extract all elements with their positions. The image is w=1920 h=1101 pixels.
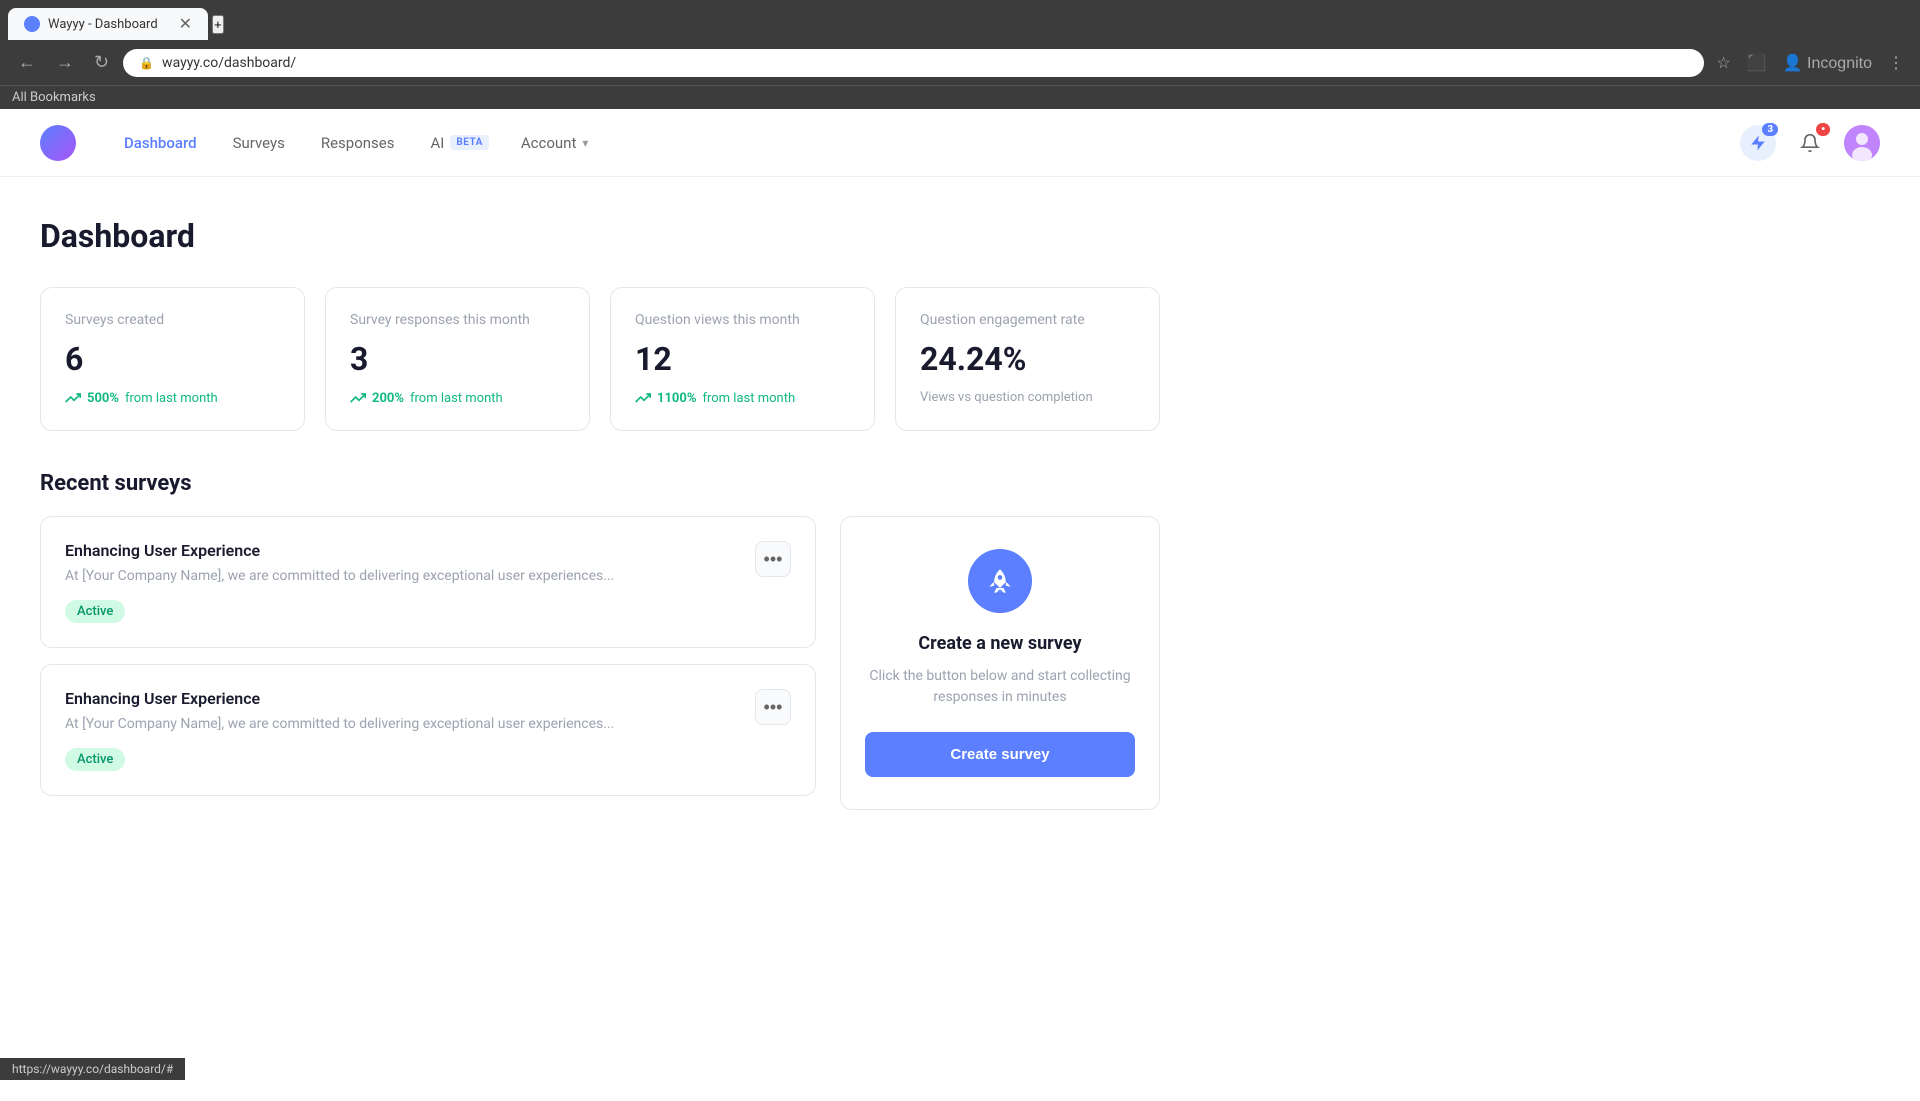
stat-label-2: Survey responses this month [350, 312, 565, 328]
create-panel-desc: Click the button below and start collect… [865, 666, 1135, 708]
survey-card-header-1: Enhancing User Experience At [Your Compa… [65, 541, 791, 623]
logo[interactable] [40, 125, 76, 161]
stat-change-text-1: from last month [125, 391, 218, 406]
nav-account[interactable]: Account ▾ [509, 126, 601, 160]
stat-label-3: Question views this month [635, 312, 850, 328]
stat-note-4: Views vs question completion [920, 390, 1135, 405]
stat-value-2: 3 [350, 340, 565, 378]
bell-icon-btn[interactable]: • [1792, 125, 1828, 161]
page-title: Dashboard [40, 217, 1160, 255]
tab-bar: Wayyy - Dashboard ✕ + [0, 0, 1920, 40]
stat-change-3: 1100% from last month [635, 390, 850, 406]
survey-desc-1: At [Your Company Name], we are committed… [65, 568, 755, 584]
address-bar[interactable]: 🔒 wayyy.co/dashboard/ [123, 49, 1704, 77]
stat-change-1: 500% from last month [65, 390, 280, 406]
survey-name-2: Enhancing User Experience [65, 689, 755, 708]
nav-ai-label: AI [430, 134, 444, 152]
stat-change-pct-3: 1100% [657, 391, 696, 406]
browser-nav: ← → ↻ 🔒 wayyy.co/dashboard/ ☆ ⬛ 👤 Incogn… [0, 40, 1920, 85]
menu-button[interactable]: ⋮ [1884, 49, 1908, 77]
more-dots-icon-2: ••• [764, 697, 783, 718]
notifications-icon-btn[interactable]: 3 [1740, 125, 1776, 161]
browser-chrome: Wayyy - Dashboard ✕ + ← → ↻ 🔒 wayyy.co/d… [0, 0, 1920, 109]
ai-beta-badge: BETA [450, 135, 489, 150]
stat-value-4: 24.24% [920, 340, 1135, 378]
survey-more-button-2[interactable]: ••• [755, 689, 791, 725]
tab-favicon [24, 16, 40, 32]
survey-card-header-2: Enhancing User Experience At [Your Compa… [65, 689, 791, 771]
nav-responses[interactable]: Responses [305, 126, 411, 160]
nav-ai[interactable]: AI BETA [414, 126, 504, 160]
extension-button[interactable]: ⬛ [1743, 49, 1771, 77]
trend-up-icon-3 [635, 390, 651, 406]
stats-grid: Surveys created 6 500% from last month S… [40, 287, 1160, 431]
chevron-down-icon: ▾ [582, 136, 588, 150]
trend-up-icon-1 [65, 390, 81, 406]
survey-card-2: Enhancing User Experience At [Your Compa… [40, 664, 816, 796]
lightning-icon [1749, 134, 1767, 152]
reload-button[interactable]: ↻ [88, 48, 115, 77]
stat-value-1: 6 [65, 340, 280, 378]
rocket-icon-wrapper [968, 549, 1032, 613]
survey-status-2: Active [65, 748, 125, 771]
trend-up-icon-2 [350, 390, 366, 406]
active-tab[interactable]: Wayyy - Dashboard ✕ [8, 8, 208, 40]
url-text: wayyy.co/dashboard/ [162, 55, 1688, 71]
nav-surveys[interactable]: Surveys [217, 126, 301, 160]
stat-change-text-2: from last month [410, 391, 503, 406]
create-survey-panel: Create a new survey Click the button bel… [840, 516, 1160, 810]
bell-icon [1800, 133, 1820, 153]
rocket-icon [986, 567, 1014, 595]
nav-count-badge: 3 [1762, 123, 1778, 136]
status-bar: https://wayyy.co/dashboard/# [0, 1058, 185, 1080]
lock-icon: 🔒 [139, 56, 154, 70]
survey-status-1: Active [65, 600, 125, 623]
tab-close-button[interactable]: ✕ [179, 16, 192, 32]
back-button[interactable]: ← [12, 48, 42, 77]
stat-card-engagement: Question engagement rate 24.24% Views vs… [895, 287, 1160, 431]
new-tab-button[interactable]: + [212, 15, 224, 34]
bookmark-button[interactable]: ☆ [1712, 49, 1734, 77]
survey-desc-2: At [Your Company Name], we are committed… [65, 716, 755, 732]
stat-change-pct-1: 500% [87, 391, 119, 406]
create-survey-button[interactable]: Create survey [865, 732, 1135, 777]
stat-label-1: Surveys created [65, 312, 280, 328]
survey-card-1: Enhancing User Experience At [Your Compa… [40, 516, 816, 648]
stat-label-4: Question engagement rate [920, 312, 1135, 328]
surveys-layout: Enhancing User Experience At [Your Compa… [40, 516, 1160, 810]
profile-button[interactable]: 👤 Incognito [1779, 49, 1876, 77]
stat-card-surveys-created: Surveys created 6 500% from last month [40, 287, 305, 431]
stat-change-2: 200% from last month [350, 390, 565, 406]
stat-card-responses: Survey responses this month 3 200% from … [325, 287, 590, 431]
bell-notification-badge: • [1816, 123, 1830, 136]
survey-card-body-2: Enhancing User Experience At [Your Compa… [65, 689, 755, 771]
nav-account-label: Account [521, 134, 577, 152]
survey-name-1: Enhancing User Experience [65, 541, 755, 560]
nav-links: Dashboard Surveys Responses AI BETA Acco… [108, 126, 1740, 160]
stat-card-views: Question views this month 12 1100% from … [610, 287, 875, 431]
create-panel-title: Create a new survey [918, 633, 1081, 654]
bookmarks-bar: All Bookmarks [0, 85, 1920, 109]
recent-surveys-title: Recent surveys [40, 471, 1160, 496]
bookmarks-label: All Bookmarks [12, 90, 96, 105]
survey-more-button-1[interactable]: ••• [755, 541, 791, 577]
nav-right: 3 • [1740, 125, 1880, 161]
forward-button[interactable]: → [50, 48, 80, 77]
avatar[interactable] [1844, 125, 1880, 161]
stat-value-3: 12 [635, 340, 850, 378]
nav-actions: ☆ ⬛ 👤 Incognito ⋮ [1712, 49, 1908, 77]
survey-list: Enhancing User Experience At [Your Compa… [40, 516, 816, 810]
navbar: Dashboard Surveys Responses AI BETA Acco… [0, 109, 1920, 177]
more-dots-icon-1: ••• [764, 549, 783, 570]
status-bar-url: https://wayyy.co/dashboard/# [12, 1062, 173, 1076]
nav-dashboard[interactable]: Dashboard [108, 126, 213, 160]
stat-change-text-3: from last month [702, 391, 795, 406]
avatar-image [1844, 125, 1880, 161]
tab-title: Wayyy - Dashboard [48, 17, 158, 32]
stat-change-pct-2: 200% [372, 391, 404, 406]
survey-card-body-1: Enhancing User Experience At [Your Compa… [65, 541, 755, 623]
main-content: Dashboard Surveys created 6 500% from la… [0, 177, 1200, 870]
app: Dashboard Surveys Responses AI BETA Acco… [0, 109, 1920, 1101]
